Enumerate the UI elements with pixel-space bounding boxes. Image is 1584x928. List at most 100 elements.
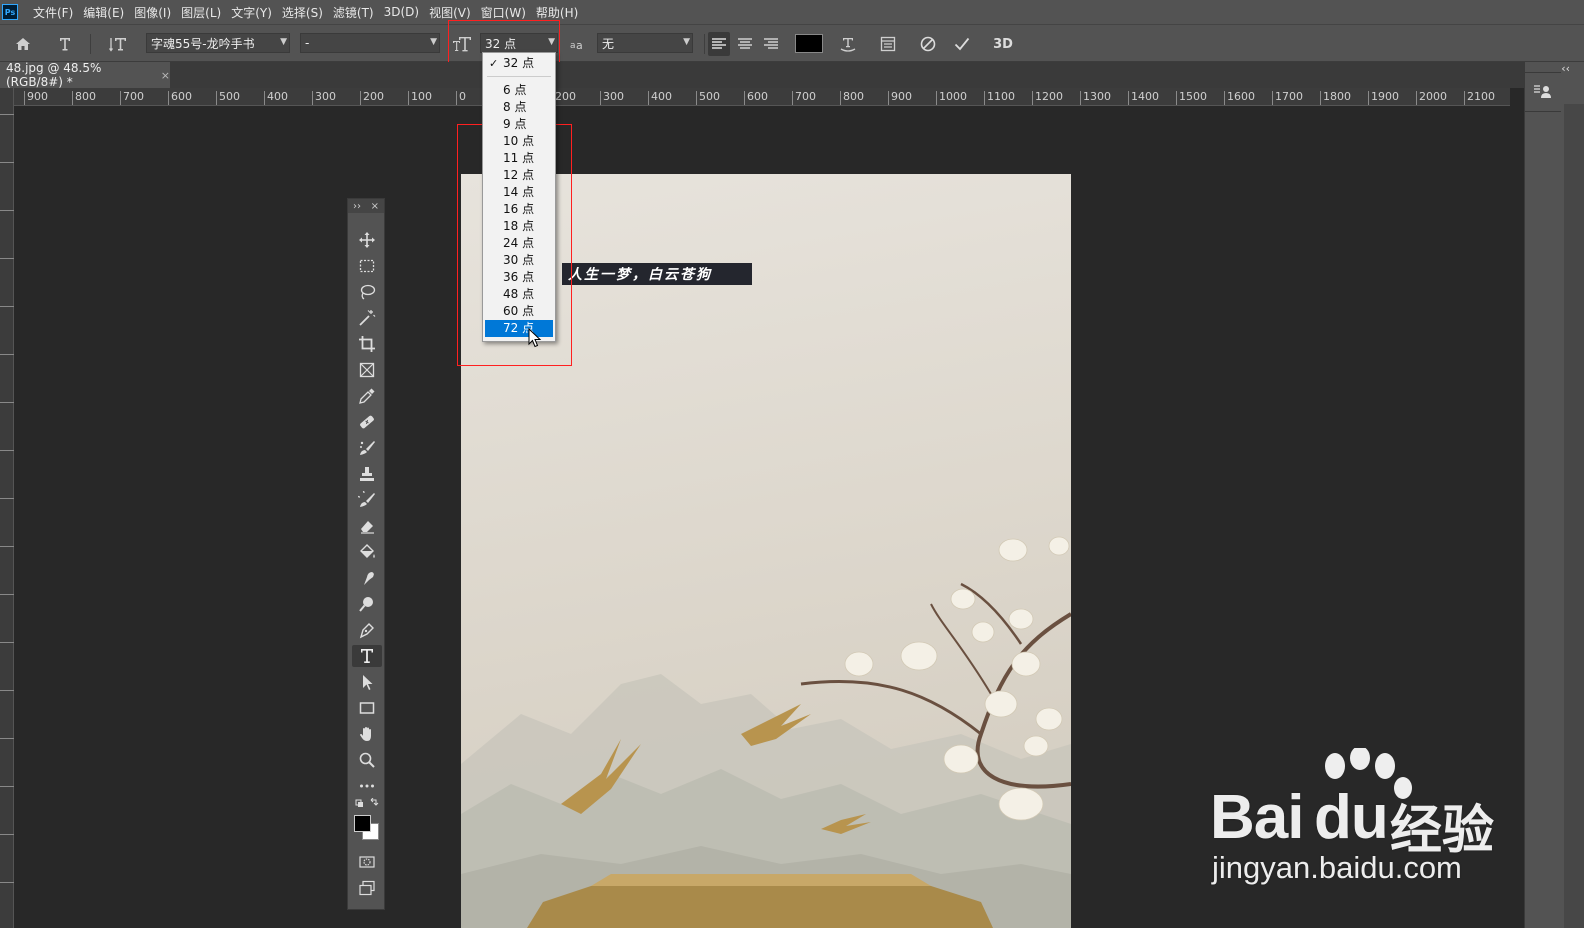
move-tool-icon[interactable] — [352, 229, 382, 251]
ruler-tick — [0, 498, 14, 499]
menu-type[interactable]: 文字(Y) — [226, 4, 277, 21]
align-center-icon[interactable] — [734, 32, 756, 56]
ps-app-icon[interactable]: Ps — [2, 4, 18, 20]
menu-filter[interactable]: 滤镜(T) — [328, 4, 379, 21]
rectangle-tool-icon[interactable] — [352, 697, 382, 719]
vertical-ruler[interactable] — [0, 106, 14, 928]
dropdown-option[interactable]: 36 点 — [485, 269, 553, 286]
cancel-icon[interactable] — [916, 32, 940, 56]
antialias-value: 无 — [602, 36, 615, 51]
menu-layer[interactable]: 图层(L) — [176, 4, 226, 21]
type-tool-icon[interactable] — [352, 645, 382, 667]
type-tool-preset-icon[interactable] — [52, 32, 78, 56]
path-selection-tool-icon[interactable] — [352, 671, 382, 693]
type-options-bar: 字魂55号-龙吟手书 ▼ - ▼ 32 点 ▼ aa 无 ▼ 3D — [0, 24, 1584, 62]
collapse-panels-icon[interactable]: ‹‹ — [1561, 62, 1570, 75]
more-tools-icon[interactable] — [352, 775, 382, 797]
menu-file[interactable]: 文件(F) — [28, 4, 78, 21]
dropdown-option[interactable]: 8 点 — [485, 99, 553, 116]
character-panel-icon[interactable] — [876, 32, 900, 56]
warp-text-icon[interactable] — [836, 32, 860, 56]
font-style-value: - — [305, 36, 310, 50]
dropdown-option[interactable]: 60 点 — [485, 303, 553, 320]
dropdown-option[interactable]: 24 点 — [485, 235, 553, 252]
watermark-brand-suffix: du — [1314, 783, 1389, 852]
zoom-tool-icon[interactable] — [352, 749, 382, 771]
menu-window[interactable]: 窗口(W) — [476, 4, 531, 21]
healing-brush-tool-icon[interactable] — [352, 411, 382, 433]
font-family-select[interactable]: 字魂55号-龙吟手书 ▼ — [146, 33, 290, 53]
panel-scrollbar[interactable] — [1564, 104, 1584, 928]
quick-mask-icon[interactable] — [352, 851, 382, 873]
ruler-tick-label: 1700 — [1272, 91, 1303, 105]
close-icon[interactable]: × — [161, 69, 170, 82]
dodge-tool-icon[interactable] — [352, 593, 382, 615]
dropdown-option[interactable]: 11 点 — [485, 150, 553, 167]
dropdown-option[interactable]: 16 点 — [485, 201, 553, 218]
align-left-icon[interactable] — [708, 32, 730, 56]
paint-bucket-tool-icon[interactable] — [352, 541, 382, 563]
swap-colors-icon[interactable] — [352, 797, 382, 811]
close-icon[interactable]: × — [371, 201, 379, 212]
canvas-text-layer[interactable]: 人生一梦，白云苍狗 — [562, 263, 752, 285]
antialias-select[interactable]: 无 ▼ — [597, 33, 693, 53]
create-3d-button[interactable]: 3D — [988, 32, 1018, 56]
screen-mode-icon[interactable] — [352, 877, 382, 899]
clone-stamp-tool-icon[interactable] — [352, 463, 382, 485]
foreground-color-swatch[interactable] — [354, 815, 371, 832]
text-orientation-icon[interactable] — [106, 32, 132, 56]
expand-icon[interactable]: ›› — [353, 201, 361, 212]
properties-panel-button[interactable] — [1525, 72, 1561, 112]
ruler-tick — [0, 834, 14, 835]
history-brush-tool-icon[interactable] — [352, 489, 382, 511]
dropdown-option[interactable]: 14 点 — [485, 184, 553, 201]
menu-edit[interactable]: 编辑(E) — [78, 4, 129, 21]
dropdown-option[interactable]: 18 点 — [485, 218, 553, 235]
font-style-select[interactable]: - ▼ — [300, 33, 440, 53]
ruler-tick — [0, 738, 14, 739]
dropdown-option-highlighted[interactable]: 72 点 — [485, 320, 553, 337]
tools-panel-header[interactable]: ›› × — [348, 199, 384, 213]
ruler-tick — [0, 402, 14, 403]
svg-text:a: a — [576, 39, 583, 51]
dropdown-option[interactable]: 12 点 — [485, 167, 553, 184]
eyedropper-tool-icon[interactable] — [352, 385, 382, 407]
pen-tool-icon[interactable] — [352, 619, 382, 641]
magic-wand-tool-icon[interactable] — [352, 307, 382, 329]
frame-tool-icon[interactable] — [352, 359, 382, 381]
menu-3d[interactable]: 3D(D) — [379, 5, 424, 19]
commit-check-icon[interactable] — [950, 32, 974, 56]
dropdown-option[interactable]: 48 点 — [485, 286, 553, 303]
font-size-select[interactable]: 32 点 ▼ — [480, 33, 558, 53]
ruler-tick — [0, 210, 14, 211]
dropdown-option[interactable]: 10 点 — [485, 133, 553, 150]
dropdown-option[interactable]: 6 点 — [485, 82, 553, 99]
marquee-tool-icon[interactable] — [352, 255, 382, 277]
dropdown-option[interactable]: 30 点 — [485, 252, 553, 269]
menu-help[interactable]: 帮助(H) — [531, 4, 583, 21]
crop-tool-icon[interactable] — [352, 333, 382, 355]
antialias-icon: aa — [566, 32, 588, 56]
eraser-tool-icon[interactable] — [352, 515, 382, 537]
horizontal-ruler[interactable]: 9008007006005004003002001000100200300400… — [14, 88, 1510, 106]
dropdown-option-current[interactable]: ✓ 32 点 — [485, 55, 553, 72]
ruler-tick-label: 2000 — [1416, 91, 1447, 105]
home-icon[interactable] — [10, 32, 36, 56]
menu-image[interactable]: 图像(I) — [129, 4, 176, 21]
font-size-dropdown[interactable]: ✓ 32 点 6 点 8 点 9 点 10 点 11 点 12 点 14 点 1… — [482, 52, 556, 342]
menu-select[interactable]: 选择(S) — [277, 4, 328, 21]
align-right-icon[interactable] — [760, 32, 782, 56]
text-color-swatch[interactable] — [795, 34, 823, 53]
ruler-tick-label: 600 — [744, 91, 768, 105]
menu-view[interactable]: 视图(V) — [424, 4, 476, 21]
ruler-tick — [0, 642, 14, 643]
document-tab-strip: 48.jpg @ 48.5%(RGB/8#) * × — [0, 61, 1524, 89]
lasso-tool-icon[interactable] — [352, 281, 382, 303]
document-tab[interactable]: 48.jpg @ 48.5%(RGB/8#) * × — [0, 61, 170, 89]
smudge-tool-icon[interactable] — [352, 567, 382, 589]
ruler-tick-label: 100 — [408, 91, 432, 105]
foreground-background-colors[interactable] — [352, 815, 382, 843]
hand-tool-icon[interactable] — [352, 723, 382, 745]
brush-tool-icon[interactable] — [352, 437, 382, 459]
dropdown-option[interactable]: 9 点 — [485, 116, 553, 133]
